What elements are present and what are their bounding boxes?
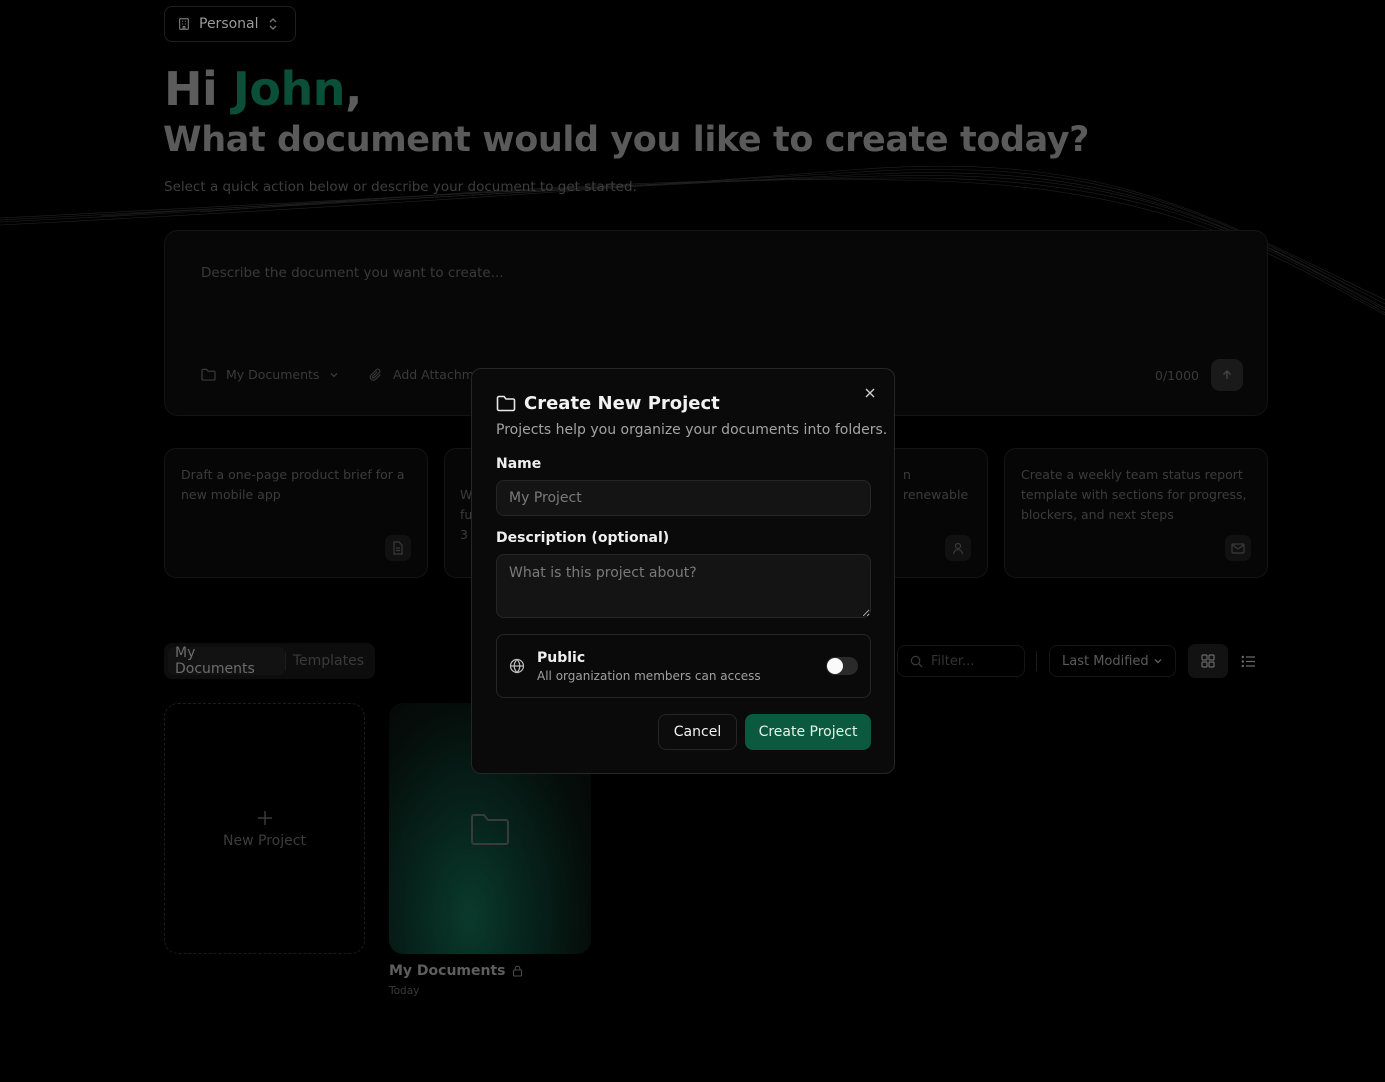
folder-select[interactable]: My Documents: [201, 367, 339, 382]
public-title: Public: [537, 649, 586, 666]
greeting-prefix: Hi: [164, 62, 233, 116]
chevron-up-down-icon: [269, 18, 276, 30]
public-toggle[interactable]: [826, 657, 858, 675]
close-button[interactable]: [862, 385, 878, 401]
filter-placeholder: Filter...: [931, 653, 975, 669]
name-label: Name: [496, 456, 542, 472]
list-view-button[interactable]: [1228, 644, 1268, 678]
user-name: John: [232, 62, 346, 116]
quick-action-text: n renewable: [903, 467, 969, 502]
document-icon: [385, 535, 411, 561]
dialog-title-text: Create New Project: [524, 393, 720, 414]
tab-my-documents[interactable]: My Documents: [168, 645, 285, 677]
cancel-button[interactable]: Cancel: [658, 714, 737, 750]
building-icon: [179, 18, 189, 30]
folder-select-label: My Documents: [226, 367, 320, 382]
mail-icon: [1225, 535, 1251, 561]
dialog-description: Projects help you organize your document…: [496, 422, 888, 438]
dialog-title: Create New Project: [496, 393, 720, 414]
list-icon: [1241, 655, 1255, 667]
add-attachment-button[interactable]: Add Attachme: [369, 367, 482, 382]
org-switcher-label: Personal: [199, 16, 259, 32]
search-icon: [910, 655, 923, 667]
page-subtext: Select a quick action below or describe …: [164, 179, 637, 195]
folder-icon: [201, 368, 216, 381]
documents-tabs: My Documents Templates: [164, 643, 375, 679]
quick-action-card[interactable]: Draft a one-page product brief for a new…: [164, 448, 428, 578]
lock-icon: [512, 965, 522, 977]
project-folder-name: My Documents: [389, 963, 506, 979]
project-name-input[interactable]: [496, 480, 871, 516]
close-icon: [865, 388, 875, 398]
sort-label: Last Modified: [1062, 653, 1149, 669]
quick-action-card[interactable]: n renewable: [880, 448, 988, 578]
create-project-button[interactable]: Create Project: [745, 714, 871, 750]
arrow-up-icon: [1223, 370, 1231, 379]
paperclip-icon: [369, 368, 381, 381]
new-project-label: New Project: [223, 832, 306, 849]
new-project-card[interactable]: New Project: [164, 703, 365, 954]
toolbar-divider: [1036, 651, 1037, 671]
public-setting: Public All organization members can acce…: [496, 634, 871, 698]
add-attachment-label: Add Attachme: [393, 367, 482, 382]
public-setting-text: Public All organization members can acce…: [537, 650, 814, 683]
quick-action-card[interactable]: Create a weekly team status report templ…: [1004, 448, 1268, 578]
page-headline: What document would you like to create t…: [163, 120, 1090, 160]
greeting-suffix: ,: [345, 62, 362, 116]
create-project-dialog: Create New Project Projects help you org…: [471, 368, 895, 774]
grid-icon: [1201, 654, 1215, 668]
grid-view-button[interactable]: [1188, 644, 1228, 678]
chevron-down-icon: [330, 372, 338, 377]
public-subtitle: All organization members can access: [537, 668, 761, 683]
folder-icon: [496, 395, 516, 412]
person-icon: [945, 535, 971, 561]
tab-templates[interactable]: Templates: [286, 647, 371, 675]
chevron-down-icon: [1154, 659, 1162, 664]
project-folder-title[interactable]: My Documents: [389, 963, 523, 979]
project-description-input[interactable]: [496, 554, 871, 618]
folder-icon: [471, 813, 509, 845]
view-toggle: [1188, 644, 1268, 678]
send-button[interactable]: [1211, 359, 1243, 391]
toggle-knob: [827, 658, 843, 674]
globe-icon: [509, 658, 525, 674]
greeting: Hi John,: [164, 62, 362, 116]
org-switcher[interactable]: Personal: [164, 6, 296, 42]
quick-action-text: Create a weekly team status report templ…: [1021, 467, 1247, 522]
composer-placeholder[interactable]: Describe the document you want to create…: [201, 265, 504, 281]
project-folder-date: Today: [389, 985, 420, 997]
plus-icon: [257, 810, 272, 825]
description-label: Description (optional): [496, 530, 670, 546]
quick-action-text: Draft a one-page product brief for a new…: [181, 467, 405, 502]
sort-select[interactable]: Last Modified: [1049, 645, 1176, 677]
filter-input[interactable]: Filter...: [897, 645, 1025, 677]
character-count: 0/1000: [1155, 368, 1199, 383]
